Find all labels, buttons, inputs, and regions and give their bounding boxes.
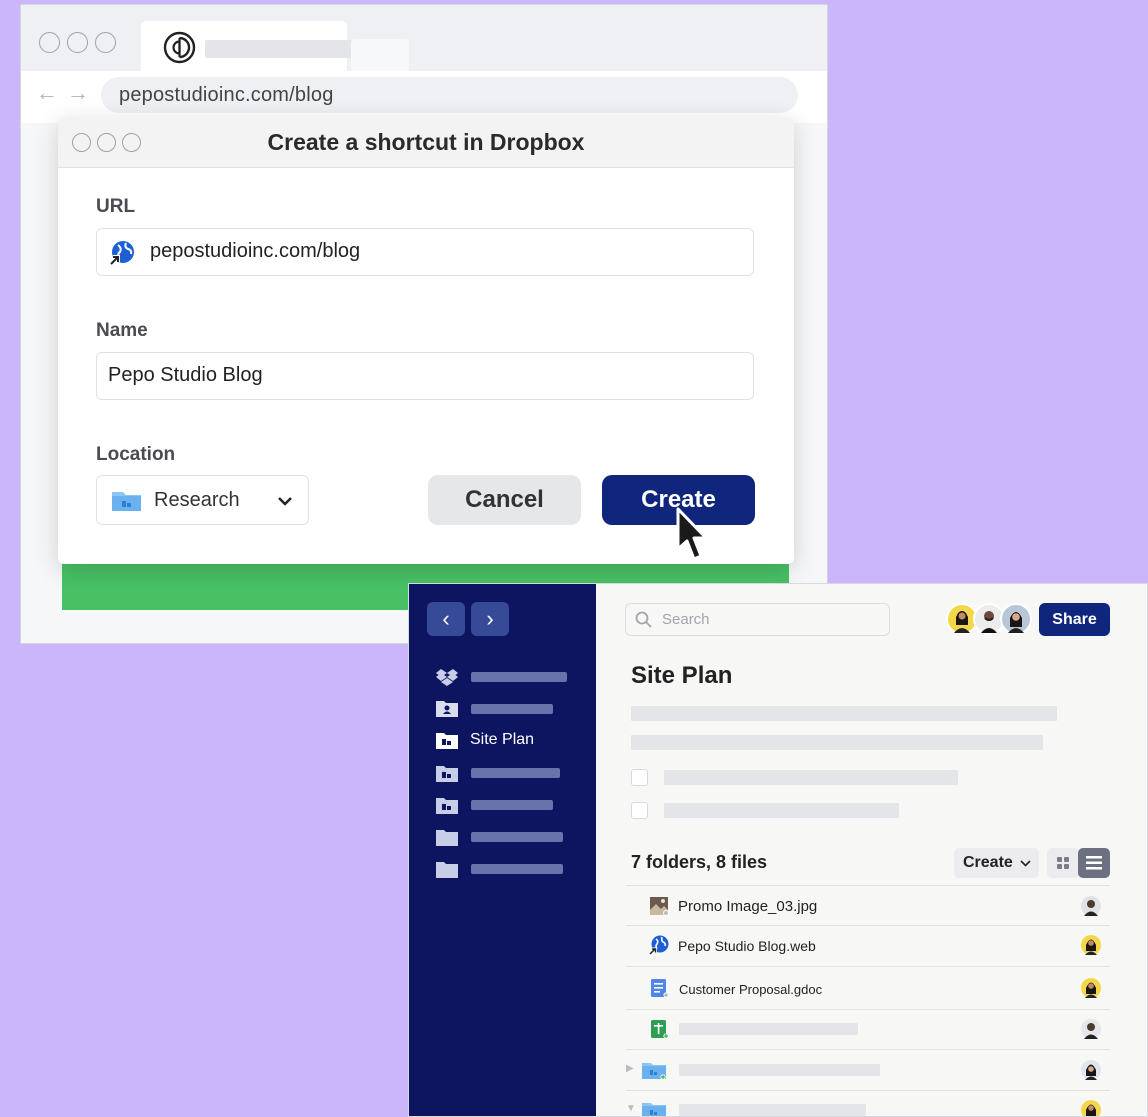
dropbox-icon [436, 669, 458, 686]
name-label: Name [96, 320, 148, 341]
sidebar: ‹ › Site Plan [409, 584, 596, 1116]
tab-title-placeholder [205, 40, 353, 58]
create-dropdown-label: Create [963, 854, 1013, 871]
name-field-value: Pepo Studio Blog [108, 364, 263, 386]
chevron-down-icon [1020, 860, 1031, 867]
shortcut-dialog: Create a shortcut in Dropbox URL pepostu… [58, 117, 794, 564]
back-button[interactable]: ‹ [427, 602, 465, 636]
folder-icon [436, 830, 458, 846]
search-icon [635, 611, 652, 628]
expand-caret-icon[interactable]: ▶ [626, 1063, 634, 1074]
description-placeholder [631, 735, 1043, 750]
document-file-icon [651, 979, 669, 998]
task-checkbox[interactable] [631, 802, 648, 819]
task-placeholder [664, 770, 958, 785]
sidebar-item-placeholder[interactable] [471, 864, 563, 874]
folder-file-count: 7 folders, 8 files [631, 852, 768, 872]
arrow-left-icon[interactable]: ← [36, 82, 58, 104]
address-text: pepostudioinc.com/blog [119, 84, 334, 106]
avatar [1081, 1100, 1101, 1116]
file-name-placeholder [679, 1023, 858, 1035]
window-minimize-light[interactable] [67, 32, 88, 53]
sidebar-item-placeholder[interactable] [471, 704, 553, 714]
forward-button[interactable]: › [471, 602, 509, 636]
avatar [1081, 1019, 1101, 1039]
mouse-cursor-icon [676, 507, 708, 561]
task-checkbox[interactable] [631, 769, 648, 786]
team-folder-icon [642, 1103, 666, 1116]
spreadsheet-file-icon [651, 1020, 669, 1039]
team-folder-icon [436, 798, 458, 814]
dropbox-app-window: ‹ › Site Plan Search Share Site Plan 7 f… [408, 583, 1148, 1117]
collapse-caret-icon[interactable]: ▼ [626, 1103, 636, 1114]
grid-view-icon[interactable] [1047, 848, 1079, 878]
folder-icon [436, 862, 458, 878]
location-select[interactable]: Research [96, 475, 309, 525]
personal-folder-icon [436, 701, 458, 717]
address-bar[interactable]: pepostudioinc.com/blog [101, 77, 798, 113]
sidebar-item-placeholder[interactable] [471, 800, 553, 810]
file-name-placeholder [679, 1064, 880, 1076]
browser-tab-inactive[interactable] [351, 39, 409, 71]
file-name: Promo Image_03.jpg [678, 898, 818, 915]
browser-toolbar: ← → pepostudioinc.com/blog [21, 71, 827, 123]
sidebar-item-placeholder[interactable] [471, 672, 567, 682]
avatar [1081, 896, 1101, 916]
web-shortcut-icon [109, 241, 134, 266]
cancel-button[interactable]: Cancel [428, 475, 581, 525]
share-button[interactable]: Share [1039, 603, 1110, 636]
folder-icon [112, 492, 141, 511]
description-placeholder [631, 706, 1057, 721]
web-shortcut-icon [649, 935, 669, 955]
arrow-right-icon[interactable]: → [67, 82, 89, 104]
sidebar-item-placeholder[interactable] [471, 832, 563, 842]
search-placeholder: Search [662, 611, 710, 628]
dialog-title: Create a shortcut in Dropbox [267, 129, 585, 155]
browser-tab-active[interactable] [141, 21, 353, 71]
file-name: Pepo Studio Blog.web [678, 938, 816, 954]
url-label: URL [96, 196, 136, 217]
url-field[interactable]: pepostudioinc.com/blog [96, 228, 754, 276]
search-input[interactable]: Search [625, 603, 890, 636]
avatar [1081, 978, 1101, 998]
location-label: Location [96, 444, 176, 465]
window-maximize-light[interactable] [95, 32, 116, 53]
url-field-value: pepostudioinc.com/blog [150, 240, 361, 262]
page-title: Site Plan [631, 662, 733, 689]
avatar[interactable] [1000, 603, 1032, 635]
team-folder-icon [436, 766, 458, 782]
file-name-placeholder [679, 1104, 866, 1116]
name-field[interactable]: Pepo Studio Blog [96, 352, 754, 400]
sidebar-item-site-plan[interactable]: Site Plan [470, 731, 534, 749]
location-value: Research [154, 489, 240, 511]
avatar [1081, 1060, 1101, 1080]
sidebar-item-placeholder[interactable] [471, 768, 560, 778]
avatar [1081, 935, 1101, 955]
task-placeholder [664, 803, 899, 818]
create-dropdown[interactable]: Create [954, 848, 1039, 878]
team-folder-icon [436, 733, 458, 749]
file-name: Customer Proposal.gdoc [679, 982, 823, 997]
team-folder-icon [642, 1063, 666, 1080]
chevron-down-icon [278, 497, 292, 506]
list-view-icon[interactable] [1078, 848, 1110, 878]
dialog-header: Create a shortcut in Dropbox [58, 117, 794, 168]
site-logo-icon [163, 31, 196, 64]
image-file-icon [650, 897, 669, 916]
window-close-light[interactable] [39, 32, 60, 53]
